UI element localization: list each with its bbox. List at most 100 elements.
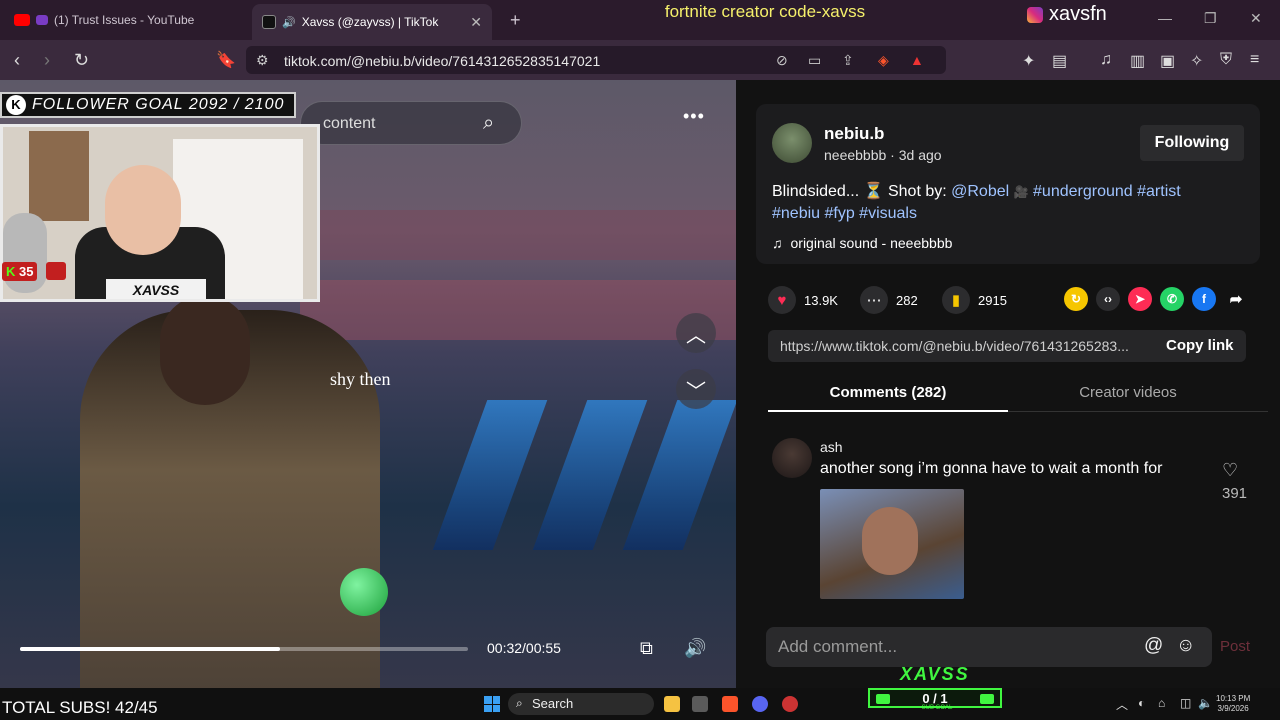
- caption-hashtags-2[interactable]: #nebiu #fyp #visuals: [772, 205, 917, 222]
- sound-name[interactable]: original sound - neeebbbb: [791, 235, 953, 251]
- bookmark-icon[interactable]: 🔖: [216, 50, 236, 70]
- share-url-icon[interactable]: ⇪: [842, 52, 854, 69]
- previous-video-button[interactable]: ︿: [676, 313, 716, 353]
- tab-creator-videos[interactable]: Creator videos: [1008, 384, 1248, 401]
- video-progress-bar[interactable]: [20, 647, 468, 651]
- flag-backdrop: [300, 280, 736, 340]
- commenter-name[interactable]: ash: [820, 439, 843, 455]
- reader-icon[interactable]: ▤: [1052, 51, 1067, 71]
- wifi-icon[interactable]: ◫: [1180, 696, 1191, 710]
- bowling-ball: [340, 568, 388, 616]
- address-bar[interactable]: ⚙ tiktok.com/@nebiu.b/video/761431265283…: [246, 46, 946, 74]
- tray-chevron-icon[interactable]: ︿: [1116, 696, 1128, 713]
- share-arrow-icon[interactable]: ➦: [1224, 287, 1248, 311]
- author-avatar[interactable]: [772, 123, 812, 163]
- brave-rewards-icon[interactable]: ▲: [910, 52, 924, 68]
- comment-composer[interactable]: Add comment... @ ☺: [766, 627, 1212, 667]
- volume-tray-icon[interactable]: 🔈: [1198, 696, 1213, 710]
- clock-date: 3/9/2026: [1217, 704, 1249, 713]
- commenter-avatar[interactable]: [772, 438, 812, 478]
- site-info-icon[interactable]: ⚙: [256, 52, 269, 69]
- embed-icon[interactable]: ‹›: [1096, 287, 1120, 311]
- caption-mention[interactable]: @Robel: [951, 183, 1009, 200]
- instagram-icon: [1027, 6, 1043, 23]
- post-button[interactable]: Post: [1220, 638, 1250, 655]
- repost-icon[interactable]: ↻: [1064, 287, 1088, 311]
- discord-icon[interactable]: [752, 696, 768, 712]
- more-options-icon[interactable]: •••: [683, 106, 705, 127]
- comment-like-icon[interactable]: ♡: [1222, 460, 1238, 481]
- video-timecode: 00:32/00:55: [487, 640, 561, 656]
- leo-ai-icon[interactable]: ✧: [1190, 51, 1203, 71]
- tab-tiktok[interactable]: 🔊 Xavss (@zayvss) | TikTok ✕: [252, 4, 492, 40]
- author-meta: neeebbbb · 3d ago: [824, 147, 942, 163]
- restore-icon[interactable]: ❐: [1204, 10, 1217, 27]
- reload-icon[interactable]: ↻: [74, 50, 89, 71]
- share-link-box: https://www.tiktok.com/@nebiu.b/video/76…: [768, 330, 1246, 362]
- close-tab-icon[interactable]: ✕: [470, 14, 482, 31]
- minimize-icon[interactable]: —: [1158, 10, 1172, 26]
- comment-icon[interactable]: ⋯: [860, 286, 888, 314]
- taskbar-search[interactable]: ⌕ Search: [508, 693, 654, 715]
- extensions-icon[interactable]: ✦: [1022, 51, 1035, 71]
- heart-icon[interactable]: ♥: [768, 286, 796, 314]
- music-icon[interactable]: ♫: [1100, 51, 1112, 69]
- comment-input[interactable]: Add comment...: [778, 637, 897, 657]
- url-text[interactable]: tiktok.com/@nebiu.b/video/76143126528351…: [284, 53, 600, 69]
- no-media-icon[interactable]: ⊘: [776, 52, 788, 69]
- stream-title: fortnite creator code-xavss: [664, 2, 866, 21]
- emoji-icon[interactable]: ☺: [1176, 635, 1195, 657]
- send-icon[interactable]: ➤: [1128, 287, 1152, 311]
- windows-start-icon[interactable]: [484, 696, 500, 712]
- video-progress-fill: [20, 647, 280, 651]
- following-button[interactable]: Following: [1140, 125, 1244, 161]
- facebook-icon[interactable]: f: [1192, 287, 1216, 311]
- kick-viewer-badge: K 35: [2, 262, 38, 281]
- tray-network-icon[interactable]: ⌂: [1158, 696, 1165, 710]
- camera-emoji-icon: 🎥: [1013, 185, 1029, 199]
- store-icon[interactable]: [692, 696, 708, 712]
- sound-link[interactable]: ♫ original sound - neeebbbb: [772, 235, 952, 251]
- comment-action[interactable]: ⋯ 282: [860, 286, 918, 314]
- bookmark-save-icon[interactable]: ▮: [942, 286, 970, 314]
- next-video-button[interactable]: ﹀: [676, 369, 716, 409]
- follower-goal-text: FOLLOWER GOAL 2092 / 2100: [32, 96, 285, 113]
- gif-face: [862, 507, 918, 575]
- system-clock[interactable]: 10:13 PM 3/9/2026: [1216, 694, 1250, 714]
- save-action[interactable]: ▮ 2915: [942, 286, 1007, 314]
- brave-shields-icon[interactable]: ◈: [878, 52, 889, 69]
- file-explorer-icon[interactable]: [664, 696, 680, 712]
- tray-app-icon[interactable]: ◐: [1138, 696, 1145, 710]
- volume-icon[interactable]: 🔊: [684, 638, 706, 659]
- search-icon[interactable]: ⌕: [483, 112, 494, 135]
- cast-icon[interactable]: ▭: [808, 52, 821, 69]
- post-info-card: nebiu.b neeebbbb · 3d ago Following Blin…: [756, 104, 1260, 264]
- picture-in-picture-icon[interactable]: ⧉: [640, 638, 653, 659]
- caption-hashtags[interactable]: #underground #artist: [1033, 183, 1181, 200]
- mention-icon[interactable]: @: [1144, 635, 1163, 657]
- tab-comments[interactable]: Comments (282): [768, 384, 1008, 401]
- wallet-icon[interactable]: ▣: [1160, 51, 1175, 71]
- sidebar-icon[interactable]: ▥: [1130, 51, 1145, 71]
- search-input[interactable]: content: [323, 115, 375, 133]
- comment-gif-image: [820, 489, 964, 599]
- app-icon[interactable]: [782, 696, 798, 712]
- controller-icon: [876, 694, 890, 704]
- tab-youtube[interactable]: (1) Trust Issues - YouTube: [4, 6, 240, 34]
- controller-icon: [980, 694, 994, 704]
- copy-link-button[interactable]: Copy link: [1166, 337, 1234, 354]
- cam-fan: [3, 213, 47, 293]
- whatsapp-icon[interactable]: ✆: [1160, 287, 1184, 311]
- forward-icon[interactable]: ›: [44, 50, 50, 71]
- brave-browser-icon[interactable]: [722, 696, 738, 712]
- close-window-icon[interactable]: ✕: [1250, 10, 1262, 27]
- media-icon: [36, 15, 48, 25]
- like-action[interactable]: ♥ 13.9K: [768, 286, 838, 314]
- back-icon[interactable]: ‹: [14, 50, 20, 71]
- video-person-head: [160, 295, 250, 405]
- menu-icon[interactable]: ≡: [1250, 51, 1259, 69]
- vpn-icon[interactable]: ⛨: [1220, 51, 1232, 69]
- search-bar[interactable]: content ⌕: [300, 101, 522, 145]
- new-tab-button[interactable]: +: [500, 6, 531, 34]
- author-name[interactable]: nebiu.b: [824, 124, 884, 144]
